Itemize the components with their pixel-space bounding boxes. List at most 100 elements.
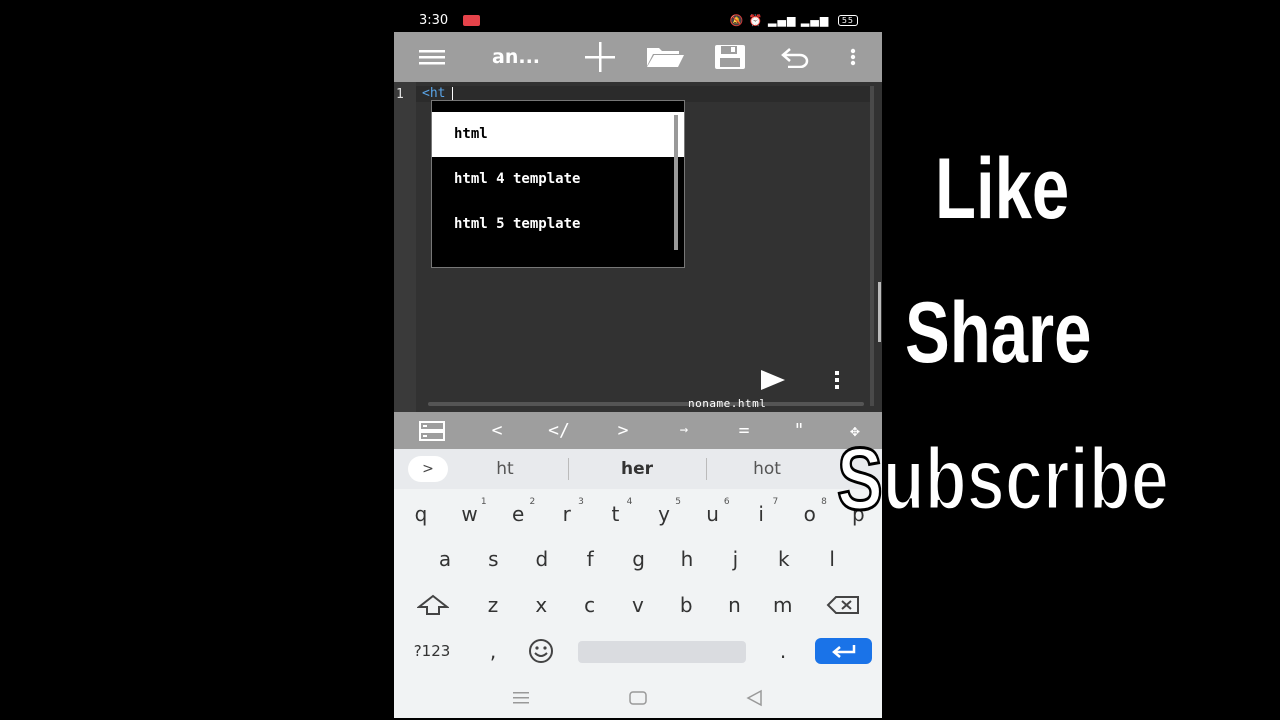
- key-label: t: [611, 502, 620, 526]
- key-a[interactable]: a: [426, 539, 464, 579]
- key-w[interactable]: w1: [451, 494, 489, 534]
- horizontal-scrollbar[interactable]: [428, 402, 864, 406]
- vertical-scrollbar[interactable]: [870, 86, 874, 406]
- key-m[interactable]: m: [764, 585, 802, 625]
- recents-icon[interactable]: [512, 688, 530, 712]
- autocomplete-item[interactable]: html: [432, 112, 684, 157]
- key-label: u: [706, 502, 719, 526]
- key-x[interactable]: x: [522, 585, 560, 625]
- save-icon[interactable]: [712, 32, 748, 82]
- mute-icon: 🔕: [729, 14, 745, 27]
- key-n[interactable]: n: [716, 585, 754, 625]
- autocomplete-popup: html html 4 template html 5 template: [431, 100, 685, 268]
- autocomplete-scrollbar[interactable]: [674, 115, 678, 250]
- shift-icon[interactable]: [414, 585, 452, 625]
- autocomplete-item[interactable]: html 4 template: [432, 157, 684, 202]
- spacebar[interactable]: [578, 641, 746, 663]
- key-label: e: [512, 502, 525, 526]
- status-icons: 🔕 ⏰ ▂▄▆ ▂▄▆ 55: [730, 14, 858, 27]
- line-number: 1: [396, 87, 404, 102]
- code-text[interactable]: <ht: [422, 86, 445, 101]
- system-nav-bar: [394, 678, 882, 718]
- layout-icon[interactable]: [418, 412, 446, 449]
- symbol-key[interactable]: <: [482, 412, 512, 449]
- key-hint: 3: [578, 497, 584, 507]
- key-t[interactable]: t4: [596, 494, 634, 534]
- home-icon[interactable]: [629, 688, 647, 712]
- suggestion[interactable]: ht: [450, 459, 560, 479]
- symbol-key[interactable]: >: [608, 412, 638, 449]
- emoji-icon[interactable]: [522, 631, 560, 671]
- symbol-key[interactable]: =: [729, 412, 759, 449]
- key-hint: 4: [626, 497, 633, 507]
- menu-icon[interactable]: [414, 32, 450, 82]
- key-label: v: [631, 593, 644, 617]
- key-label: b: [679, 593, 693, 617]
- backspace-icon[interactable]: [824, 585, 862, 625]
- key-label: h: [680, 547, 694, 571]
- back-icon[interactable]: [745, 688, 763, 712]
- key-label: f: [586, 547, 594, 571]
- share-text: Share: [905, 285, 1092, 381]
- comma-key[interactable]: ,: [474, 631, 512, 671]
- key-f[interactable]: f: [571, 539, 609, 579]
- undo-icon[interactable]: [777, 32, 813, 82]
- more-vert-icon[interactable]: [840, 32, 866, 82]
- key-hint: 8: [821, 497, 827, 507]
- autocomplete-item[interactable]: html 5 template: [432, 202, 684, 247]
- key-g[interactable]: g: [620, 539, 658, 579]
- symbols-key[interactable]: ?123: [408, 631, 456, 671]
- key-i[interactable]: i7: [742, 494, 780, 534]
- key-q[interactable]: q: [402, 494, 440, 534]
- key-l[interactable]: l: [813, 539, 851, 579]
- key-hint: 2: [529, 497, 536, 507]
- key-label: m: [773, 593, 793, 617]
- scroll-thumb[interactable]: [878, 282, 881, 342]
- key-b[interactable]: b: [667, 585, 705, 625]
- key-label: d: [535, 547, 549, 571]
- key-v[interactable]: v: [619, 585, 657, 625]
- key-c[interactable]: c: [571, 585, 609, 625]
- key-y[interactable]: y5: [645, 494, 683, 534]
- key-j[interactable]: j: [716, 539, 754, 579]
- key-label: q: [414, 502, 428, 526]
- key-h[interactable]: h: [668, 539, 706, 579]
- suggestion-bar: > ht her hot: [394, 449, 882, 489]
- more-vert-icon[interactable]: [834, 371, 840, 393]
- key-e[interactable]: e2: [499, 494, 537, 534]
- symbol-key[interactable]: ": [784, 412, 814, 449]
- enter-icon: [831, 645, 855, 658]
- key-label: i: [758, 502, 764, 526]
- folder-open-icon[interactable]: [644, 32, 686, 82]
- key-o[interactable]: o8: [791, 494, 829, 534]
- screen-record-icon: [463, 15, 480, 26]
- key-r[interactable]: r3: [548, 494, 586, 534]
- text-caret: [452, 87, 453, 101]
- like-text: Like: [935, 141, 1070, 237]
- run-icon[interactable]: [759, 369, 787, 395]
- app-toolbar: an...: [394, 32, 882, 82]
- signal-icon: ▂▄▆: [800, 14, 830, 27]
- symbol-key[interactable]: </: [539, 412, 579, 449]
- suggestion[interactable]: her: [582, 459, 692, 479]
- suggestion[interactable]: hot: [712, 459, 822, 479]
- period-key[interactable]: .: [764, 631, 802, 671]
- add-icon[interactable]: [582, 32, 618, 82]
- key-hint: 5: [675, 497, 681, 507]
- code-editor[interactable]: 1 <ht html html 4 template html 5 templa…: [394, 82, 882, 412]
- key-s[interactable]: s: [474, 539, 512, 579]
- key-z[interactable]: z: [474, 585, 512, 625]
- chevron-right-icon[interactable]: >: [408, 456, 448, 482]
- key-label: s: [488, 547, 499, 571]
- key-k[interactable]: k: [765, 539, 803, 579]
- key-label: w: [461, 502, 478, 526]
- signal-icon: ▂▄▆: [768, 14, 797, 27]
- tab-key[interactable]: →: [669, 412, 699, 449]
- battery-icon: 55: [837, 15, 858, 26]
- line-gutter: [394, 82, 416, 412]
- key-u[interactable]: u6: [694, 494, 732, 534]
- phone-screen: 3:30 🔕 ⏰ ▂▄▆ ▂▄▆ 55 an... 1 <ht html htm…: [394, 0, 882, 720]
- key-d[interactable]: d: [523, 539, 561, 579]
- file-title[interactable]: an...: [492, 46, 540, 68]
- enter-key[interactable]: [815, 638, 872, 664]
